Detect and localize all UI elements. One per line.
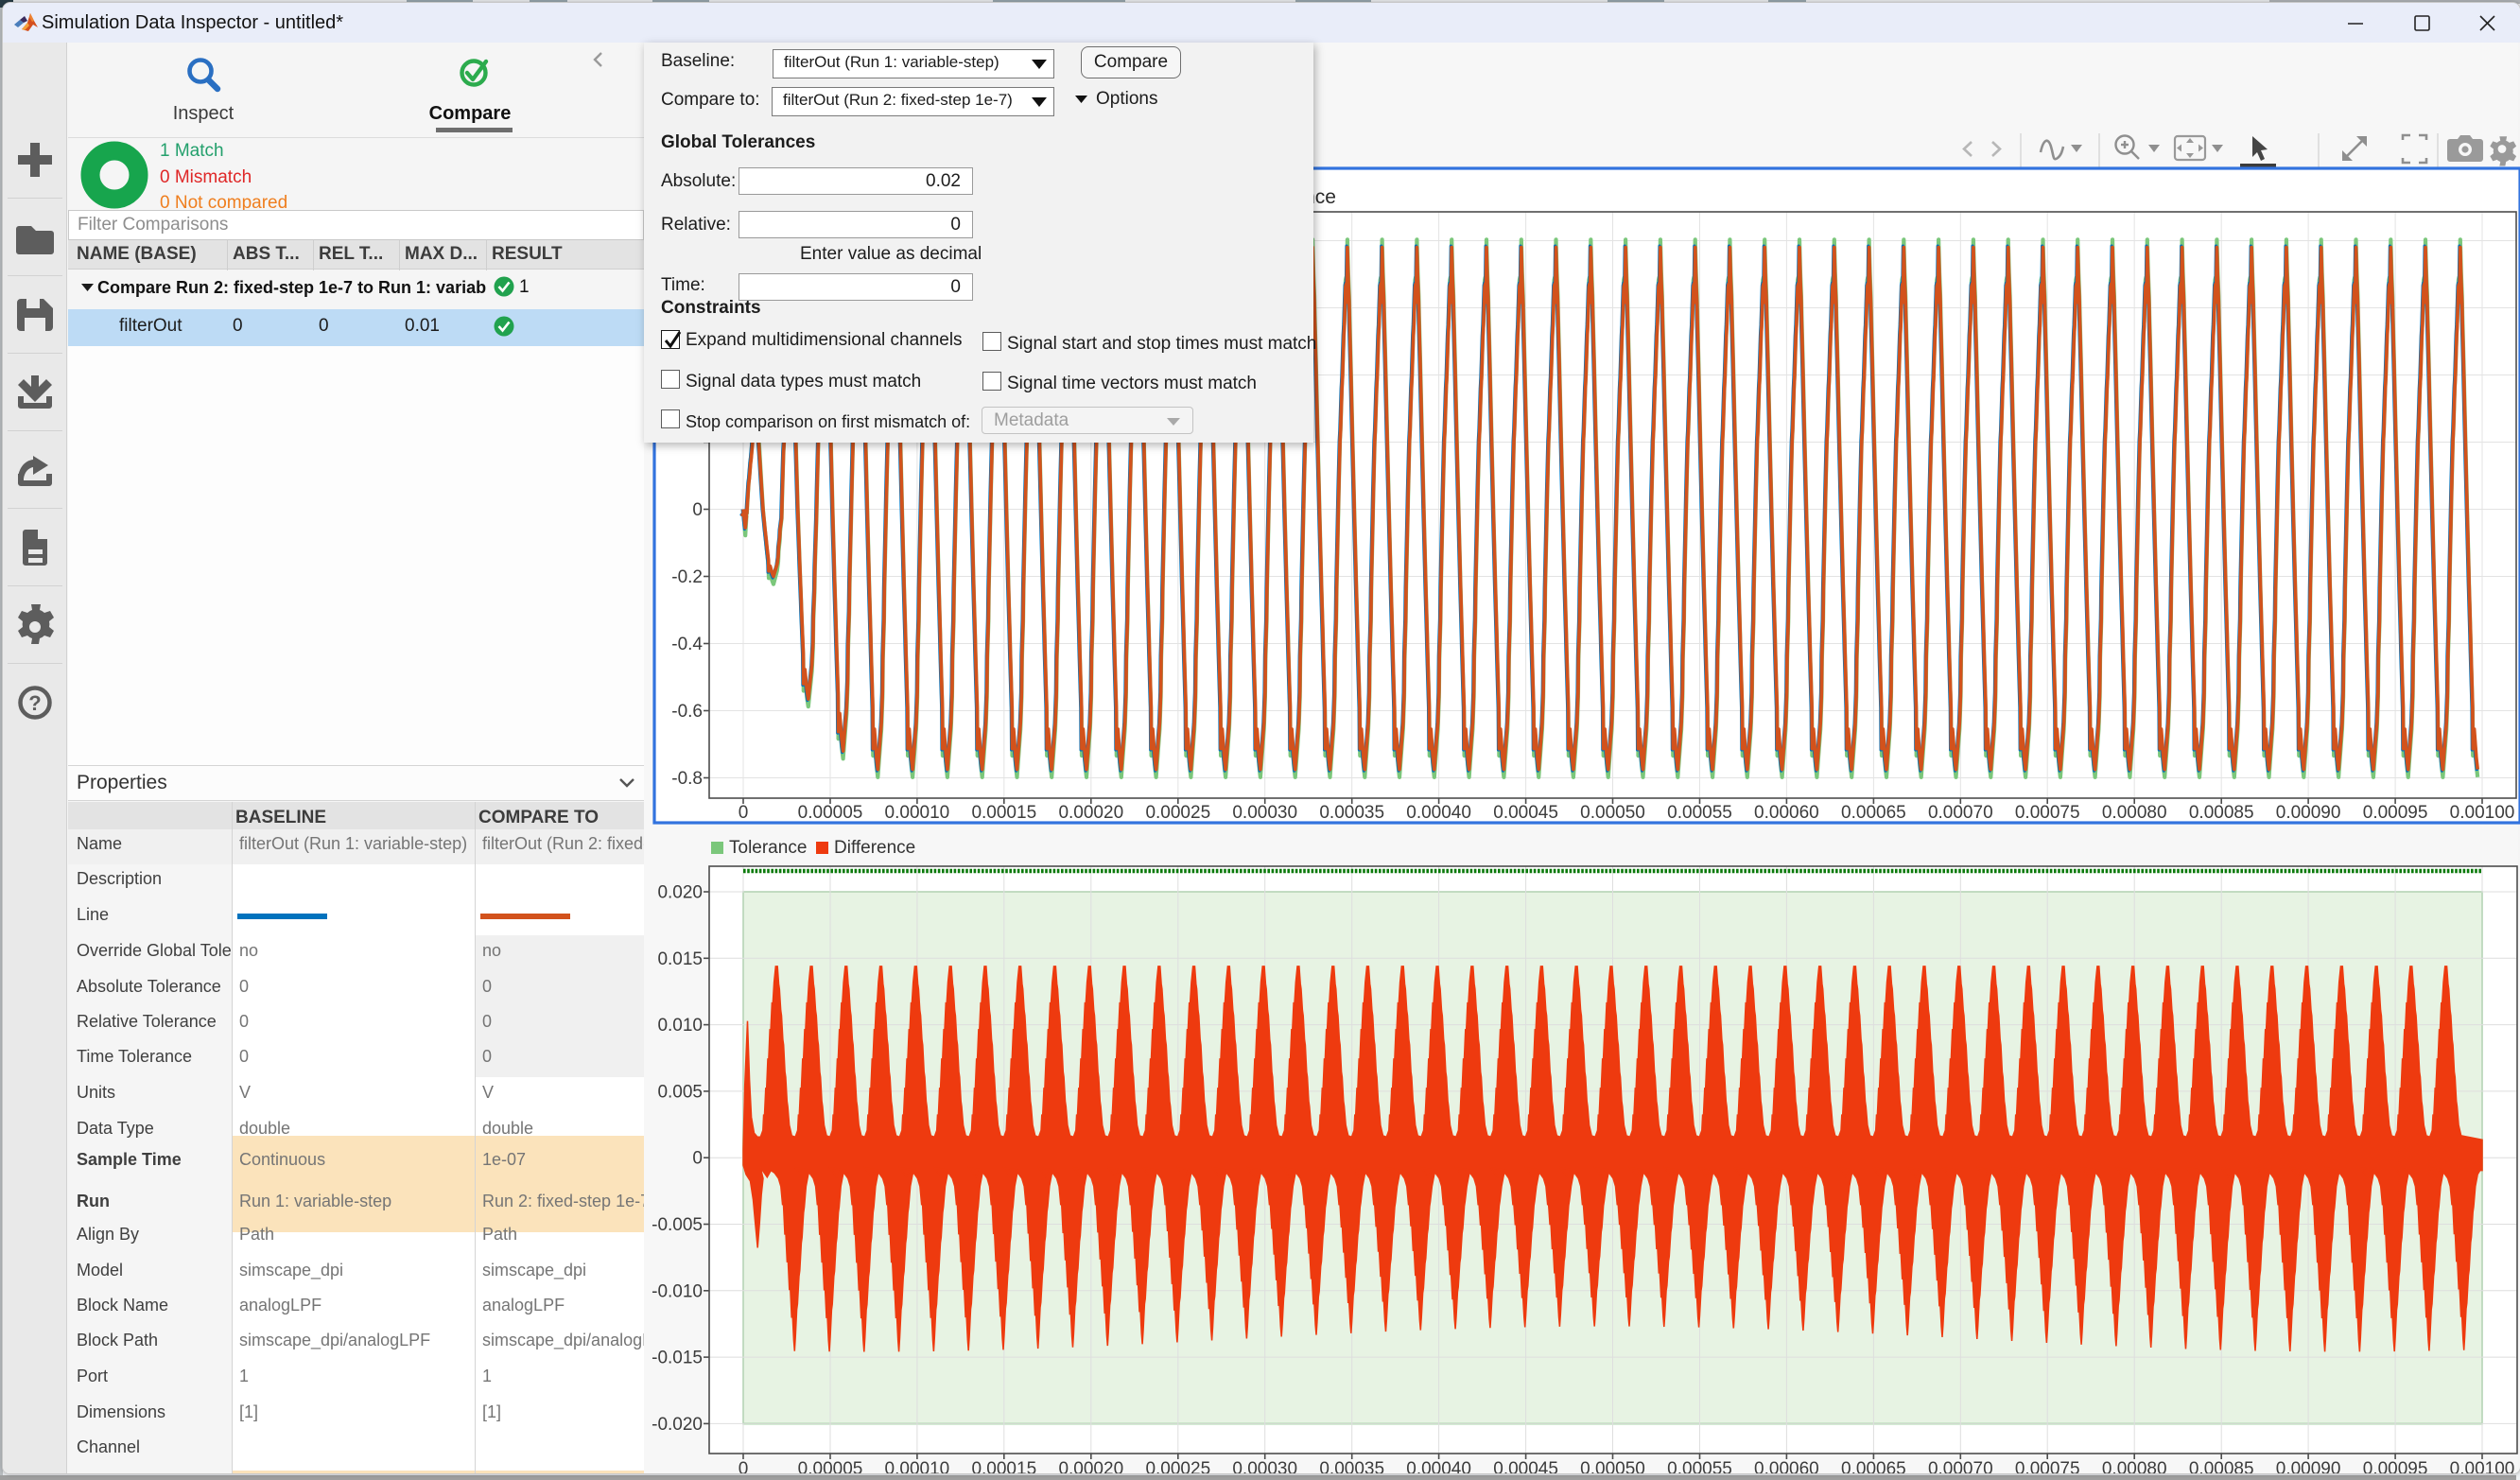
svg-text:0.00075: 0.00075 bbox=[2015, 803, 2080, 823]
svg-text:0.00010: 0.00010 bbox=[885, 803, 950, 823]
svg-text:?: ? bbox=[28, 691, 41, 715]
svg-text:-0.2: -0.2 bbox=[671, 567, 703, 587]
svg-text:0.00080: 0.00080 bbox=[2102, 1459, 2167, 1474]
svg-text:0.00045: 0.00045 bbox=[1493, 803, 1558, 823]
svg-text:0.00050: 0.00050 bbox=[1580, 1459, 1645, 1474]
svg-text:0.015: 0.015 bbox=[657, 949, 703, 969]
svg-text:0.00080: 0.00080 bbox=[2102, 803, 2167, 823]
svg-text:-0.020: -0.020 bbox=[652, 1415, 703, 1435]
svg-text:0.00005: 0.00005 bbox=[798, 1459, 863, 1474]
svg-text:0.00020: 0.00020 bbox=[1058, 803, 1123, 823]
svg-text:0.00065: 0.00065 bbox=[1841, 1459, 1906, 1474]
svg-text:0.00015: 0.00015 bbox=[971, 803, 1036, 823]
svg-text:-0.010: -0.010 bbox=[652, 1281, 703, 1301]
svg-text:0.00035: 0.00035 bbox=[1319, 1459, 1384, 1474]
svg-text:0.00070: 0.00070 bbox=[1928, 803, 1993, 823]
svg-text:-0.005: -0.005 bbox=[652, 1215, 703, 1235]
svg-text:0.00050: 0.00050 bbox=[1580, 803, 1645, 823]
svg-text:0.00015: 0.00015 bbox=[971, 1459, 1036, 1474]
svg-text:-0.015: -0.015 bbox=[652, 1349, 703, 1368]
svg-text:-0.6: -0.6 bbox=[671, 702, 703, 722]
svg-text:0.00085: 0.00085 bbox=[2189, 1459, 2254, 1474]
svg-text:0: 0 bbox=[739, 1459, 749, 1474]
svg-text:0.00035: 0.00035 bbox=[1319, 803, 1384, 823]
svg-text:0.020: 0.020 bbox=[657, 883, 703, 903]
svg-text:Tolerance: Tolerance bbox=[729, 838, 807, 858]
svg-text:0.00060: 0.00060 bbox=[1754, 803, 1819, 823]
svg-text:0.00085: 0.00085 bbox=[2189, 803, 2254, 823]
svg-text:0.00055: 0.00055 bbox=[1667, 1459, 1732, 1474]
svg-text:-0.4: -0.4 bbox=[671, 635, 703, 654]
svg-text:0.00045: 0.00045 bbox=[1493, 1459, 1558, 1474]
svg-text:0.00095: 0.00095 bbox=[2363, 803, 2428, 823]
svg-text:0.005: 0.005 bbox=[657, 1082, 703, 1102]
svg-text:0.00020: 0.00020 bbox=[1058, 1459, 1123, 1474]
svg-text:0.010: 0.010 bbox=[657, 1016, 703, 1036]
svg-text:0: 0 bbox=[692, 500, 703, 520]
svg-text:0.00075: 0.00075 bbox=[2015, 1459, 2080, 1474]
svg-text:0.00055: 0.00055 bbox=[1667, 803, 1732, 823]
svg-text:0.00095: 0.00095 bbox=[2363, 1459, 2428, 1474]
svg-text:0.00090: 0.00090 bbox=[2276, 1459, 2341, 1474]
svg-text:0.00010: 0.00010 bbox=[885, 1459, 950, 1474]
svg-text:0.00030: 0.00030 bbox=[1232, 1459, 1297, 1474]
svg-text:0.00090: 0.00090 bbox=[2276, 803, 2341, 823]
svg-text:0.00030: 0.00030 bbox=[1232, 803, 1297, 823]
svg-text:0.00040: 0.00040 bbox=[1406, 803, 1471, 823]
svg-text:Difference: Difference bbox=[834, 838, 915, 858]
svg-text:0.00065: 0.00065 bbox=[1841, 803, 1906, 823]
svg-text:0.00100: 0.00100 bbox=[2450, 803, 2515, 823]
svg-text:0.00025: 0.00025 bbox=[1145, 1459, 1210, 1474]
svg-text:0.00060: 0.00060 bbox=[1754, 1459, 1819, 1474]
svg-text:0.00070: 0.00070 bbox=[1928, 1459, 1993, 1474]
svg-text:0: 0 bbox=[739, 803, 749, 823]
svg-text:-0.8: -0.8 bbox=[671, 769, 703, 789]
svg-text:0.00005: 0.00005 bbox=[798, 803, 863, 823]
svg-text:0.00025: 0.00025 bbox=[1145, 803, 1210, 823]
svg-text:0.00040: 0.00040 bbox=[1406, 1459, 1471, 1474]
svg-text:0: 0 bbox=[692, 1149, 703, 1169]
svg-text:0.00100: 0.00100 bbox=[2450, 1459, 2515, 1474]
